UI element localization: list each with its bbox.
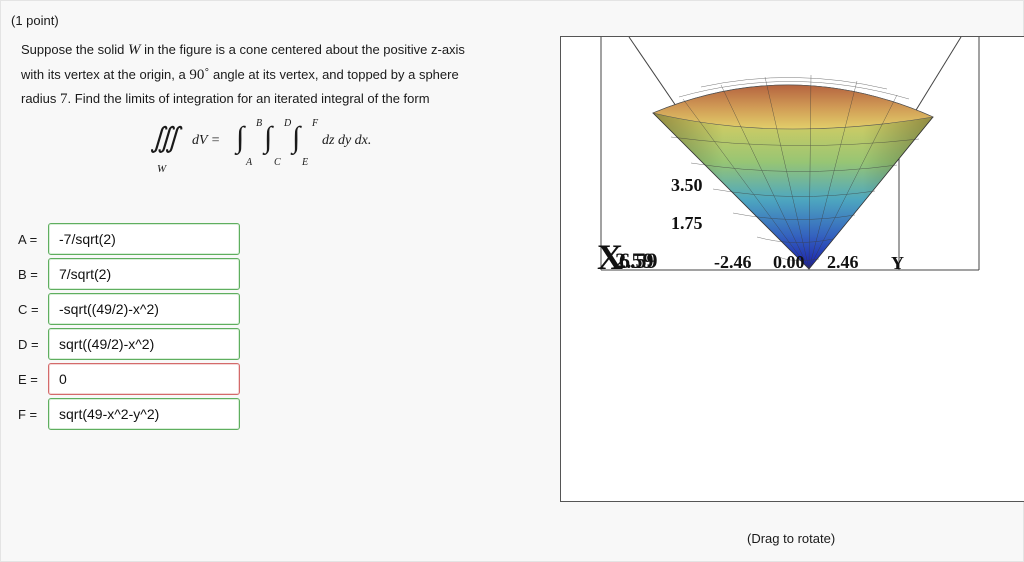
triple-integral-sign: ∭: [150, 123, 180, 154]
integral-sign: ∫: [264, 121, 273, 154]
drag-to-rotate-caption: (Drag to rotate): [747, 531, 836, 546]
problem-text: in the figure is a cone centered about t…: [140, 42, 465, 57]
differentials: dz dy dx.: [322, 133, 372, 148]
solid-variable: W: [127, 42, 141, 58]
problem-text: angle at its vertex, and topped by a sph…: [209, 66, 459, 82]
vertex-angle: 90˚: [189, 66, 210, 83]
cone-3d-graph[interactable]: 3.50 1.75 X 2.59 6.59 -2.46 0.00 2.46 Y: [560, 36, 1024, 502]
problem-text: Suppose the solid: [21, 42, 128, 57]
answer-label: B =: [18, 267, 38, 282]
answer-label: E =: [18, 372, 38, 387]
answer-label: A =: [18, 232, 38, 247]
y-tick-label: 2.46: [827, 252, 859, 272]
integral-sign: ∫: [292, 121, 301, 154]
sphere-radius: 7: [60, 91, 68, 107]
problem-text: radius: [21, 91, 61, 106]
integral-formula: ∭ W dV = ∫ B A ∫ D C ∫ F E dz dy dx.: [150, 113, 410, 183]
answer-input-d[interactable]: [48, 328, 240, 360]
answer-label: C =: [18, 302, 39, 317]
points-label: (1 point): [11, 13, 59, 28]
integral-region: W: [157, 163, 167, 175]
lower-limit-a: A: [246, 157, 253, 168]
cone-surface: [652, 74, 935, 270]
answer-label: F =: [18, 407, 38, 422]
origin-tick-label: 0.00: [773, 252, 805, 272]
answer-input-f[interactable]: [48, 398, 240, 430]
cone-plot[interactable]: 3.50 1.75 X 2.59 6.59 -2.46 0.00 2.46 Y: [561, 37, 1024, 502]
z-tick-label: 1.75: [671, 213, 703, 233]
x-tick-label: 6.59: [619, 248, 658, 273]
answer-input-b[interactable]: [48, 258, 240, 290]
answer-input-c[interactable]: [48, 293, 240, 325]
answer-label: D =: [18, 337, 39, 352]
dv-equals: dV =: [192, 133, 221, 148]
problem-statement: Suppose the solid W in the figure is a c…: [21, 38, 541, 112]
y-axis-label: Y: [891, 253, 904, 273]
upper-limit-d: D: [284, 118, 292, 129]
upper-limit-b: B: [256, 118, 263, 129]
y-tick-label: -2.46: [714, 252, 752, 272]
problem-text: . Find the limits of integration for an …: [67, 91, 430, 106]
lower-limit-c: C: [274, 157, 281, 168]
z-tick-label: 3.50: [671, 175, 703, 195]
upper-limit-f: F: [312, 118, 319, 129]
answer-input-e[interactable]: [48, 363, 240, 395]
lower-limit-e: E: [302, 157, 309, 168]
answer-input-a[interactable]: [48, 223, 240, 255]
integral-sign: ∫: [236, 121, 245, 154]
problem-text: with its vertex at the origin, a: [21, 66, 190, 82]
